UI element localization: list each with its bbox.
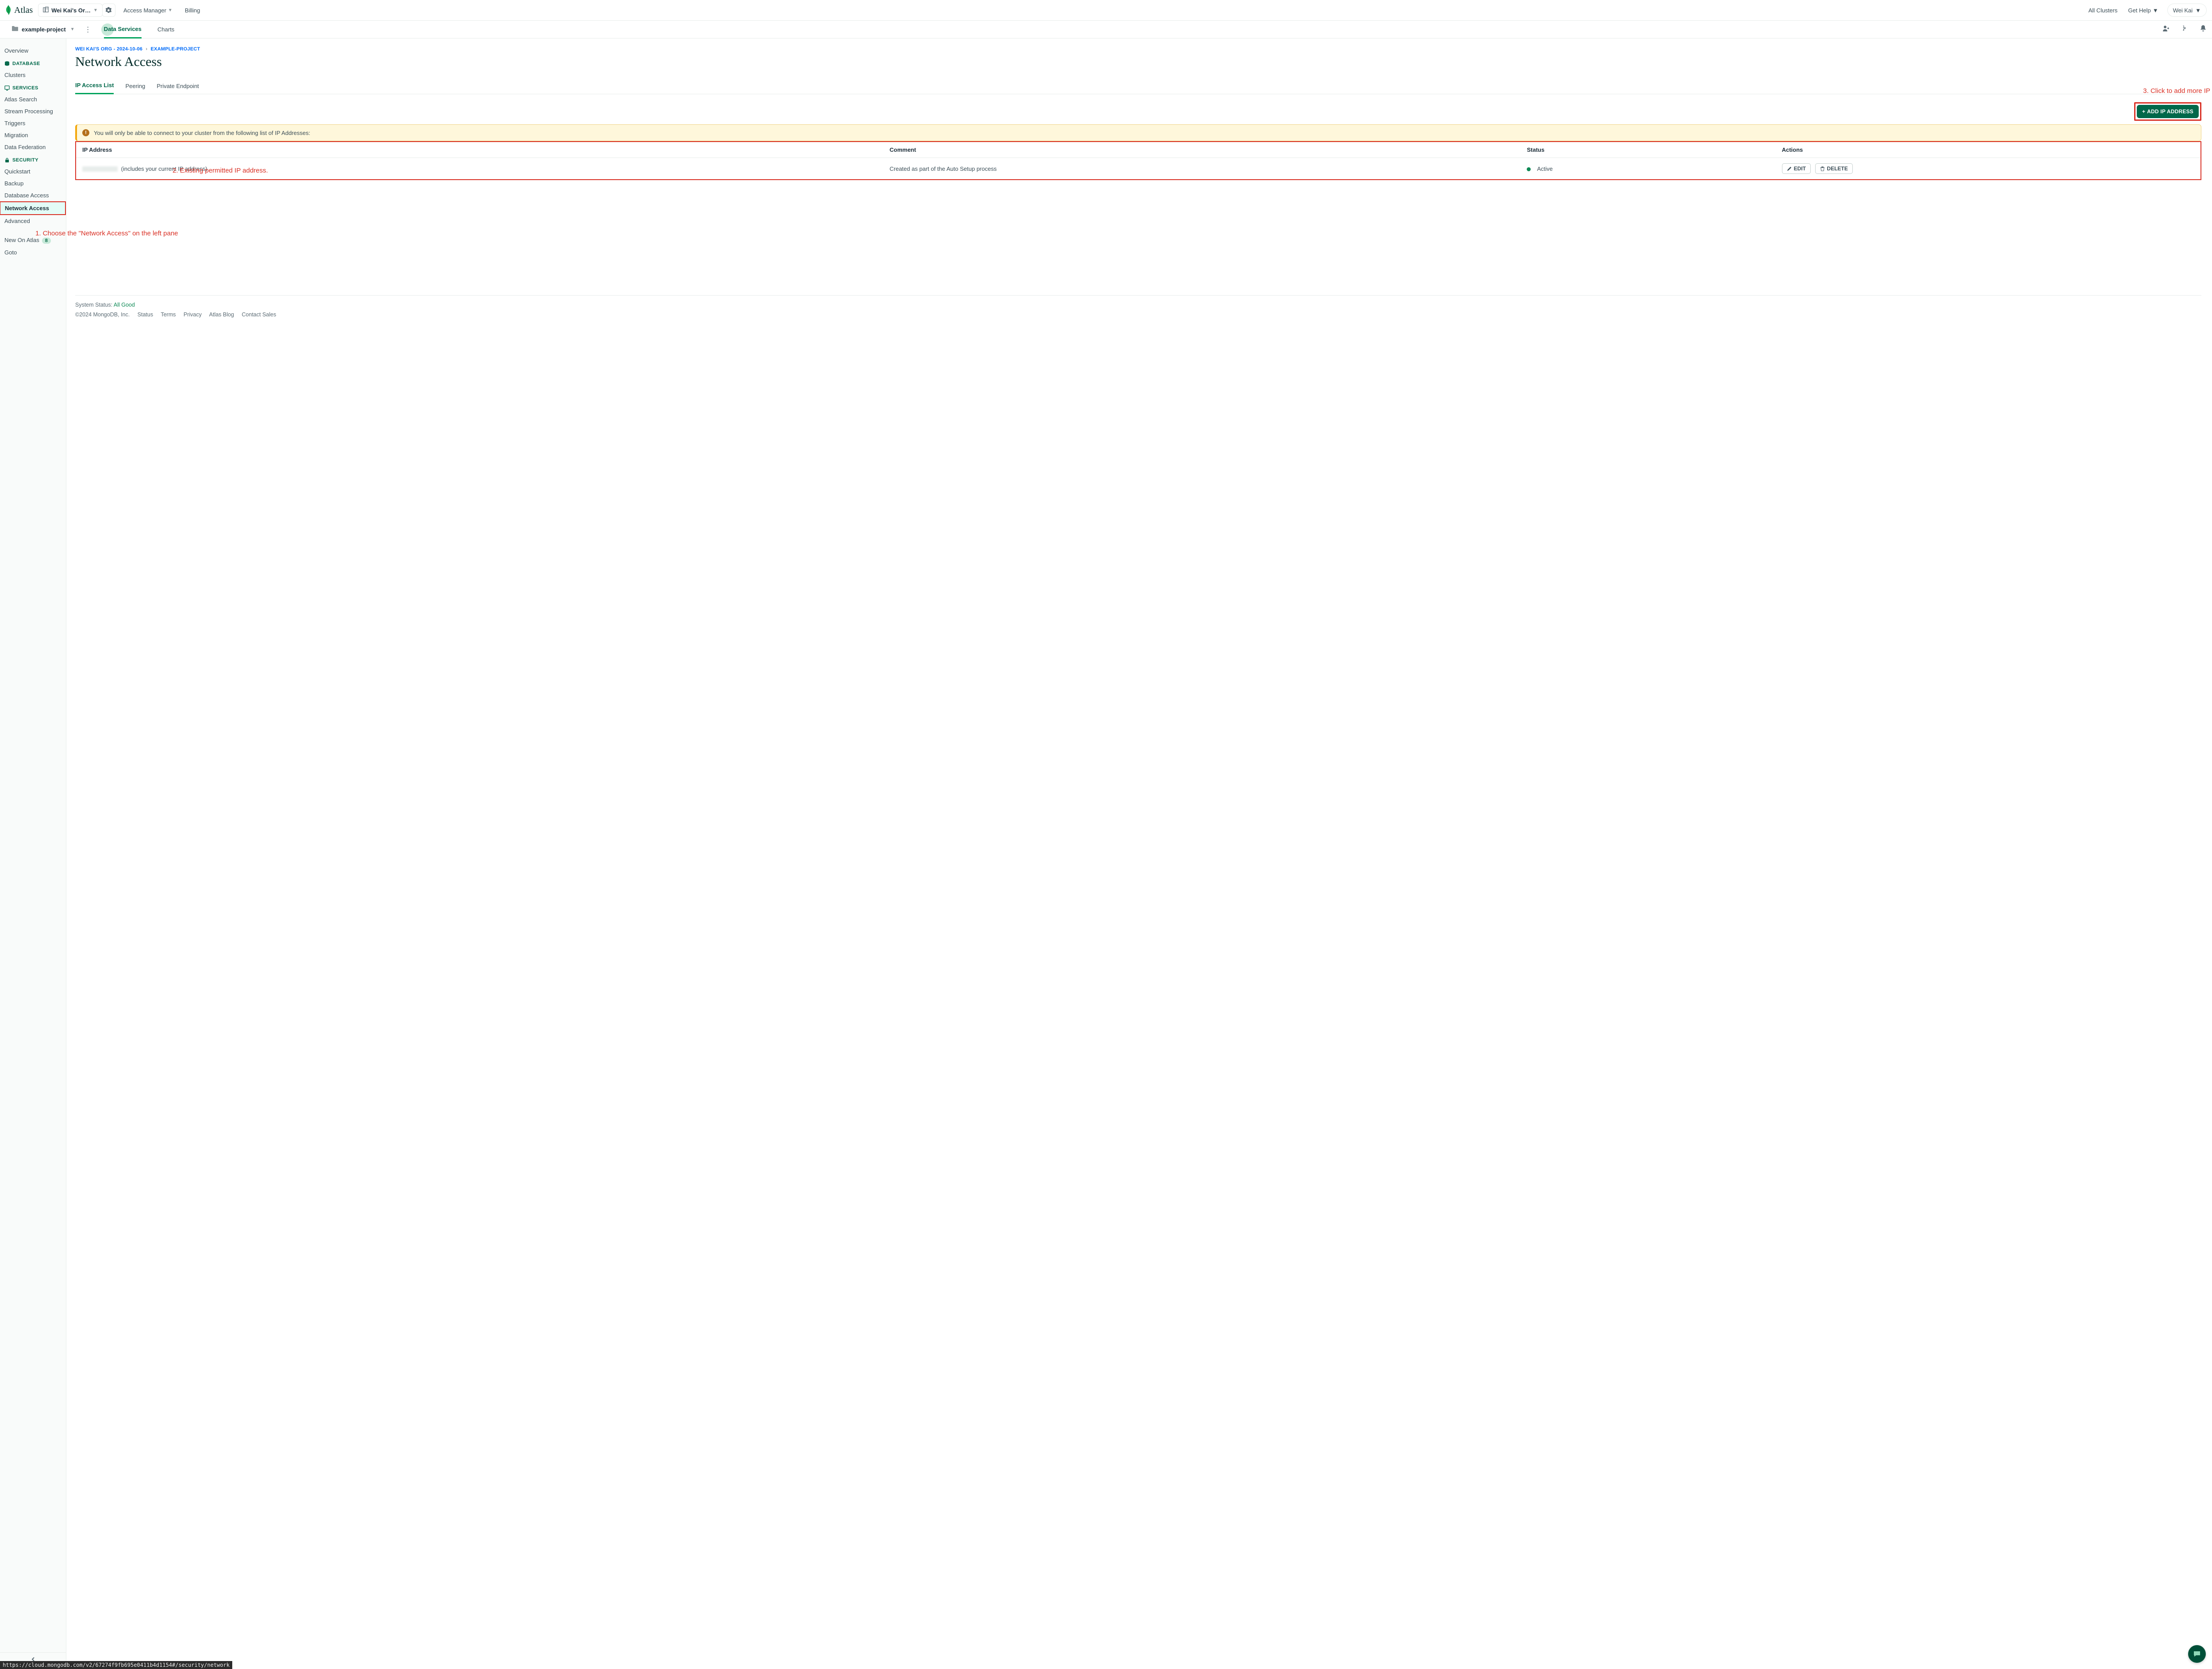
- billing-label: Billing: [185, 7, 200, 14]
- add-ip-address-button[interactable]: +ADD IP ADDRESS: [2137, 105, 2199, 118]
- th-actions: Actions: [1776, 142, 2200, 158]
- sidebar-quickstart[interactable]: Quickstart: [0, 165, 66, 177]
- project-label: example-project: [22, 26, 66, 33]
- chat-button[interactable]: [2188, 1645, 2206, 1663]
- copyright: ©2024 MongoDB, Inc.: [75, 311, 130, 318]
- breadcrumb-org[interactable]: WEI KAI'S ORG - 2024-10-06: [75, 46, 142, 52]
- sidebar-header-security: SECURITY: [0, 153, 66, 165]
- all-clusters-link[interactable]: All Clusters: [2089, 7, 2118, 14]
- tab-charts[interactable]: Charts: [157, 21, 174, 38]
- org-settings-button[interactable]: [102, 4, 115, 17]
- brand-text: Atlas: [14, 5, 33, 15]
- brand-logo[interactable]: Atlas: [5, 5, 33, 15]
- caret-down-icon: ▼: [2153, 7, 2158, 14]
- footer-link-contact[interactable]: Contact Sales: [242, 311, 276, 318]
- sidebar-triggers[interactable]: Triggers: [0, 117, 66, 129]
- annotation-3: 3. Click to add more IP: [2143, 87, 2210, 95]
- plus-icon: +: [2142, 108, 2145, 115]
- page-title: Network Access: [75, 54, 2201, 69]
- org-select[interactable]: Wei Kai's Or… ▼: [38, 4, 103, 17]
- footer-link-blog[interactable]: Atlas Blog: [209, 311, 234, 318]
- integrations-icon[interactable]: [2181, 25, 2188, 34]
- sidebar-database-access[interactable]: Database Access: [0, 189, 66, 201]
- warning-icon: !: [82, 129, 89, 136]
- tab-private-endpoint[interactable]: Private Endpoint: [157, 83, 199, 94]
- sidebar-atlas-search[interactable]: Atlas Search: [0, 93, 66, 105]
- topnav: Atlas Wei Kai's Or… ▼ Access Manager ▼ B…: [0, 0, 2212, 21]
- sidebar-overview[interactable]: Overview: [0, 45, 66, 57]
- invite-icon[interactable]: [2162, 25, 2170, 34]
- folder-icon: [12, 26, 18, 33]
- footer-link-status[interactable]: Status: [138, 311, 153, 318]
- billing-link[interactable]: Billing: [185, 7, 200, 14]
- warning-banner: ! You will only be able to connect to yo…: [75, 124, 2201, 141]
- main-content: WEI KAI'S ORG - 2024-10-06 › EXAMPLE-PRO…: [66, 38, 2212, 1669]
- tab-peering[interactable]: Peering: [125, 83, 145, 94]
- services-icon: [4, 85, 10, 91]
- chat-icon: [2193, 1650, 2201, 1658]
- caret-down-icon: ▼: [168, 8, 173, 13]
- access-manager-menu[interactable]: Access Manager ▼: [123, 7, 173, 14]
- system-status-label: System Status:: [75, 302, 112, 308]
- sidebar-goto[interactable]: Goto: [0, 246, 66, 258]
- gear-icon: [106, 7, 112, 13]
- org-label: Wei Kai's Or…: [51, 7, 91, 14]
- annotation-1: 1. Choose the "Network Access" on the le…: [35, 230, 178, 237]
- pencil-icon: [1787, 166, 1792, 171]
- lock-icon: [4, 158, 10, 163]
- subnav: example-project ▼ ⋮ Data Services Charts: [0, 21, 2212, 38]
- ip-access-table: IP Address Comment Status Actions (inclu…: [76, 142, 2200, 179]
- sidebar: Overview DATABASE Clusters SERVICES Atla…: [0, 38, 66, 1669]
- user-menu[interactable]: Wei Kai▼: [2167, 4, 2207, 17]
- sidebar-data-federation[interactable]: Data Federation: [0, 141, 66, 153]
- get-help-menu[interactable]: Get Help▼: [2128, 7, 2158, 14]
- project-menu-button[interactable]: ⋮: [84, 25, 92, 34]
- trash-icon: [1820, 166, 1825, 171]
- ip-redacted: [82, 166, 118, 172]
- tab-data-services[interactable]: Data Services: [104, 21, 142, 38]
- sidebar-header-services: SERVICES: [0, 81, 66, 93]
- sidebar-stream-processing[interactable]: Stream Processing: [0, 105, 66, 117]
- caret-down-icon: ▼: [93, 8, 98, 13]
- breadcrumb: WEI KAI'S ORG - 2024-10-06 › EXAMPLE-PRO…: [75, 46, 2201, 52]
- system-status-value[interactable]: All Good: [114, 302, 135, 308]
- annotation-2: 2. Existing permitted IP address.: [173, 167, 268, 174]
- footer-link-terms[interactable]: Terms: [161, 311, 176, 318]
- cell-comment: Created as part of the Auto Setup proces…: [883, 158, 1521, 180]
- cell-status: Active: [1521, 158, 1775, 180]
- caret-down-icon: ▼: [2195, 7, 2201, 14]
- cell-actions: EDIT DELETE: [1776, 158, 2200, 180]
- th-comment: Comment: [883, 142, 1521, 158]
- sidebar-migration[interactable]: Migration: [0, 129, 66, 141]
- org-icon: [43, 7, 49, 14]
- footer: System Status: All Good ©2024 MongoDB, I…: [75, 295, 2201, 327]
- leaf-icon: [5, 5, 12, 15]
- browser-status-url: https://cloud.mongodb.com/v2/67274f9fb69…: [0, 1661, 232, 1669]
- sidebar-network-access[interactable]: Network Access: [0, 202, 65, 214]
- edit-button[interactable]: EDIT: [1782, 163, 1811, 174]
- page-tabs: IP Access List Peering Private Endpoint: [75, 82, 2201, 94]
- new-badge: 8: [42, 238, 51, 244]
- sidebar-backup[interactable]: Backup: [0, 177, 66, 189]
- th-ip: IP Address: [76, 142, 883, 158]
- th-status: Status: [1521, 142, 1775, 158]
- database-icon: [4, 61, 10, 66]
- status-dot-icon: [1527, 167, 1531, 171]
- project-select[interactable]: example-project ▼: [12, 26, 75, 33]
- delete-button[interactable]: DELETE: [1815, 163, 1853, 174]
- sidebar-advanced[interactable]: Advanced: [0, 215, 66, 227]
- tab-ip-access-list[interactable]: IP Access List: [75, 82, 114, 94]
- caret-down-icon: ▼: [70, 27, 75, 32]
- bell-icon[interactable]: [2200, 25, 2207, 34]
- breadcrumb-project[interactable]: EXAMPLE-PROJECT: [151, 46, 200, 52]
- sidebar-clusters[interactable]: Clusters: [0, 69, 66, 81]
- banner-text: You will only be able to connect to your…: [94, 130, 310, 136]
- footer-link-privacy[interactable]: Privacy: [184, 311, 202, 318]
- sidebar-header-database: DATABASE: [0, 57, 66, 69]
- access-manager-label: Access Manager: [123, 7, 166, 14]
- table-row: (includes your current IP address) Creat…: [76, 158, 2200, 180]
